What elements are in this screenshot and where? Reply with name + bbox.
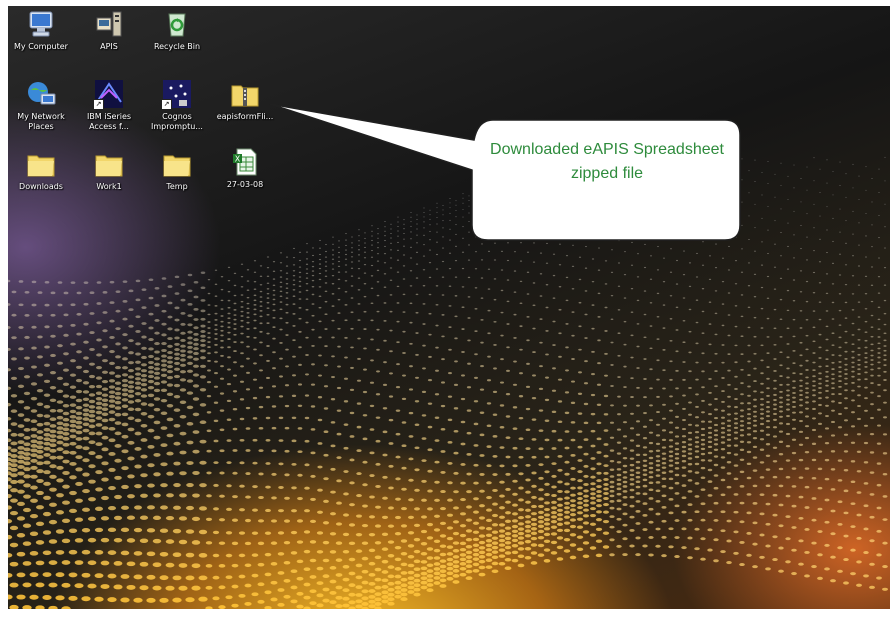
callout-shape (269, 103, 741, 241)
callout-text: Downloaded eAPIS Spreadsheet zipped file (490, 141, 724, 182)
screenshot-frame: My Computer APIS Recycle Bin My Network … (0, 0, 896, 621)
